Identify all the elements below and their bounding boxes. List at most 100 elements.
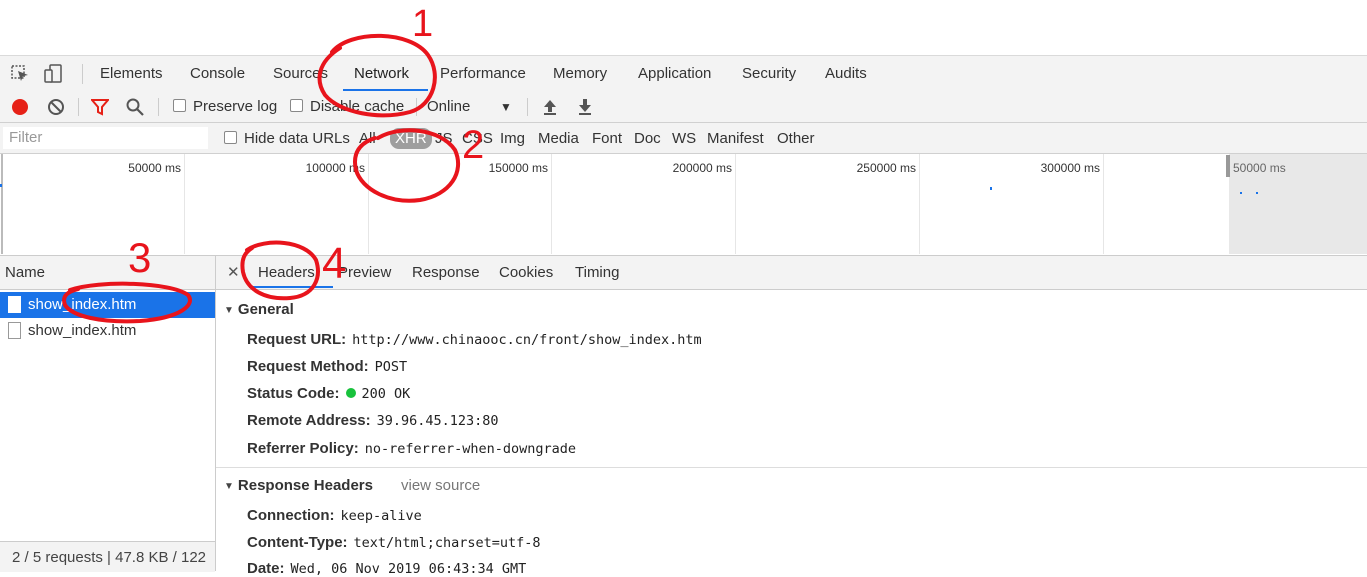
- toolbar-divider: [82, 64, 83, 84]
- disable-cache-label: Disable cache: [310, 98, 405, 115]
- toolbar-divider: [416, 98, 417, 116]
- referrer-policy-row: Referrer Policy: no-referrer-when-downgra…: [247, 440, 576, 457]
- filter-type-font[interactable]: Font: [592, 130, 622, 147]
- connection-row: Connection: keep-alive: [247, 507, 422, 524]
- general-section-header[interactable]: ▼ General: [224, 301, 294, 318]
- tab-audits[interactable]: Audits: [825, 65, 867, 82]
- request-row[interactable]: show_index.htm: [0, 318, 215, 344]
- disable-cache-checkbox[interactable]: Disable cache: [290, 98, 404, 115]
- status-code-row: Status Code: 200 OK: [247, 385, 410, 402]
- filter-icon[interactable]: [91, 99, 109, 116]
- chevron-down-icon[interactable]: ▼: [500, 100, 512, 114]
- timeline-gridline: [1103, 154, 1104, 254]
- timeline-tick-label: 150000 ms: [488, 161, 548, 175]
- filter-type-manifest[interactable]: Manifest: [707, 130, 764, 147]
- tab-sources[interactable]: Sources: [273, 65, 328, 82]
- referrer-policy-value: no-referrer-when-downgrade: [364, 441, 577, 457]
- filter-type-xhr[interactable]: XHR: [390, 128, 432, 149]
- filter-type-css[interactable]: CSS: [462, 130, 493, 147]
- general-section-title: General: [237, 301, 294, 318]
- remote-address-label: Remote Address:: [247, 412, 371, 429]
- timeline-overview[interactable]: 50000 ms 100000 ms 150000 ms 200000 ms 2…: [0, 154, 1367, 256]
- filter-type-doc[interactable]: Doc: [634, 130, 661, 147]
- timeline-tick-label: 100000 ms: [305, 161, 365, 175]
- date-row: Date: Wed, 06 Nov 2019 06:43:34 GMT: [247, 560, 526, 577]
- import-har-icon[interactable]: [542, 98, 558, 116]
- timeline-request-mark: [0, 184, 2, 187]
- clear-icon[interactable]: [47, 98, 65, 116]
- devtools-tab-bar: Elements Console Sources Network Perform…: [0, 55, 1367, 93]
- record-icon[interactable]: [11, 98, 29, 116]
- content-type-label: Content-Type:: [247, 534, 348, 551]
- request-method-row: Request Method: POST: [247, 358, 407, 375]
- preserve-log-label: Preserve log: [193, 98, 278, 115]
- timeline-request-mark: [1240, 192, 1242, 194]
- expand-triangle-icon: ▼: [224, 481, 234, 492]
- connection-value: keep-alive: [340, 508, 422, 524]
- tab-performance[interactable]: Performance: [440, 65, 526, 82]
- throttling-value: Online: [427, 98, 471, 115]
- hide-data-urls-checkbox[interactable]: Hide data URLs: [224, 130, 350, 147]
- filter-type-other[interactable]: Other: [777, 130, 815, 147]
- status-code-label: Status Code:: [247, 385, 340, 402]
- blank-area: [0, 0, 1367, 55]
- timeline-selection-handle[interactable]: [1226, 155, 1230, 177]
- active-tab-indicator: [249, 286, 333, 288]
- request-detail-panel: ✕ Headers Preview Response Cookies Timin…: [216, 256, 1367, 577]
- name-column-label: Name: [5, 264, 46, 281]
- filter-type-all[interactable]: All: [359, 130, 376, 147]
- network-toolbar: Preserve log Disable cache Online ▼: [0, 92, 1367, 123]
- request-url-value: http://www.chinaooc.cn/front/show_index.…: [352, 332, 702, 348]
- document-icon: [8, 296, 21, 313]
- checkbox-box: [173, 99, 186, 112]
- expand-triangle-icon: ▼: [224, 305, 234, 316]
- referrer-policy-label: Referrer Policy:: [247, 440, 359, 457]
- tab-security[interactable]: Security: [742, 65, 796, 82]
- filter-type-media[interactable]: Media: [538, 130, 579, 147]
- hide-data-urls-label: Hide data URLs: [244, 130, 350, 147]
- request-row[interactable]: show_index.htm: [0, 292, 215, 318]
- request-summary-text: 2 / 5 requests | 47.8 KB / 122: [12, 549, 207, 566]
- filter-input[interactable]: Filter: [3, 127, 208, 149]
- preserve-log-checkbox[interactable]: Preserve log: [173, 98, 277, 115]
- timeline-gridline: [368, 154, 369, 254]
- timeline-tick-label: 200000 ms: [672, 161, 732, 175]
- search-icon[interactable]: [126, 98, 144, 116]
- tab-headers[interactable]: Headers: [258, 264, 315, 281]
- active-tab-indicator: [343, 89, 428, 91]
- remote-address-row: Remote Address: 39.96.45.123:80: [247, 412, 499, 429]
- inspect-element-icon[interactable]: [11, 65, 31, 83]
- checkbox-box: [290, 99, 303, 112]
- request-list-panel: Name show_index.htm show_index.htm 2 / 5…: [0, 256, 216, 572]
- throttling-select[interactable]: Online: [427, 98, 470, 115]
- status-ok-dot-icon: [345, 388, 356, 398]
- filter-type-ws[interactable]: WS: [672, 130, 696, 147]
- close-icon[interactable]: ✕: [227, 263, 240, 281]
- filter-type-js[interactable]: JS: [435, 130, 453, 147]
- timeline-gridline: [184, 154, 185, 254]
- tab-application[interactable]: Application: [638, 65, 711, 82]
- tab-elements[interactable]: Elements: [100, 65, 163, 82]
- tab-cookies[interactable]: Cookies: [499, 264, 553, 281]
- document-icon: [8, 322, 21, 339]
- view-source-link[interactable]: view source: [401, 477, 480, 494]
- toolbar-divider: [78, 98, 79, 116]
- device-toolbar-icon[interactable]: [44, 64, 64, 84]
- name-column-header[interactable]: Name: [0, 256, 215, 290]
- tab-console[interactable]: Console: [190, 65, 245, 82]
- tab-preview[interactable]: Preview: [338, 264, 391, 281]
- tab-timing[interactable]: Timing: [575, 264, 619, 281]
- timeline-gridline: [735, 154, 736, 254]
- timeline-tick-label: 50000 ms: [128, 161, 181, 175]
- tab-response[interactable]: Response: [412, 264, 480, 281]
- response-headers-section-header[interactable]: ▼ Response Headers: [224, 477, 373, 494]
- filter-type-img[interactable]: Img: [500, 130, 525, 147]
- request-method-value: POST: [374, 359, 408, 375]
- request-name: show_index.htm: [28, 296, 137, 313]
- tab-network[interactable]: Network: [354, 65, 409, 82]
- timeline-request-mark: [1256, 192, 1258, 194]
- toolbar-divider: [527, 98, 528, 116]
- export-har-icon[interactable]: [577, 98, 593, 116]
- tab-memory[interactable]: Memory: [553, 65, 607, 82]
- request-url-label: Request URL:: [247, 331, 347, 348]
